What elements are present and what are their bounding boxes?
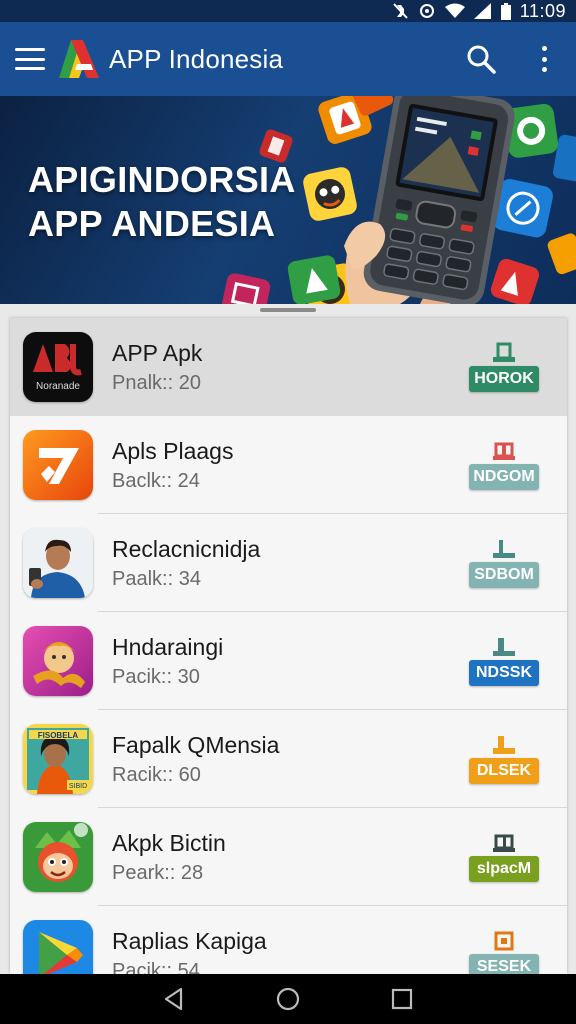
play-apps-icon xyxy=(23,430,93,500)
app-name: Hndaraingi xyxy=(112,634,224,660)
app-name: APP Apk xyxy=(112,340,203,366)
app-name: Fapalk QMensia xyxy=(112,732,280,758)
list-item[interactable]: FISOBELA SIBID Fapalk QMensia Racik:: 60… xyxy=(10,710,567,808)
install-button[interactable]: NDSSK xyxy=(469,636,539,688)
download-icon xyxy=(493,540,515,558)
download-icon xyxy=(494,931,514,951)
sheet-drag-handle[interactable] xyxy=(260,308,316,312)
status-time: 11:09 xyxy=(519,0,566,21)
banner-line-2: APP ANDESIA xyxy=(28,203,276,244)
app-name: Akpk Bictin xyxy=(112,830,226,856)
svg-text:FISOBELA: FISOBELA xyxy=(38,731,79,740)
download-icon xyxy=(493,638,515,656)
install-button[interactable]: NDGOM xyxy=(469,440,539,492)
install-button[interactable]: DLSEK xyxy=(469,734,539,786)
download-icon xyxy=(493,736,515,754)
install-badge: NDGOM xyxy=(469,464,539,490)
recents-icon[interactable] xyxy=(389,986,415,1012)
install-button[interactable]: SDBOM xyxy=(469,538,539,590)
status-bar: 11:09 xyxy=(0,0,576,22)
list-item[interactable]: Noranade APP Apk Pnalk:: 20 HOROK xyxy=(10,318,567,416)
install-badge: SESEK xyxy=(469,954,539,974)
back-icon[interactable] xyxy=(161,986,187,1012)
app-name: Reclacnicnidja xyxy=(112,536,261,562)
app-name: Raplias Kapiga xyxy=(112,928,267,954)
system-nav-bar xyxy=(0,974,576,1024)
app-subtitle: Paalk:: 34 xyxy=(112,568,201,590)
dancer-icon xyxy=(23,626,93,696)
install-button[interactable]: slpacM xyxy=(469,832,539,884)
app-subtitle: Pacik:: 30 xyxy=(112,666,200,688)
list-item[interactable]: Apls Plaags Baclk:: 24 NDGOM xyxy=(10,416,567,514)
mute-icon xyxy=(393,3,408,19)
download-icon xyxy=(493,834,515,852)
svg-text:SIBID: SIBID xyxy=(69,783,87,790)
woman-icon: FISOBELA SIBID xyxy=(23,724,93,794)
list-item[interactable]: Hndaraingi Pacik:: 30 NDSSK xyxy=(10,612,567,710)
app-subtitle: Pnalk:: 20 xyxy=(112,372,201,394)
play-store-icon xyxy=(23,920,93,974)
install-badge: SDBOM xyxy=(469,562,539,588)
app-subtitle: Racik:: 60 xyxy=(112,764,201,786)
list-item[interactable]: Reclacnicnidja Paalk:: 34 SDBOM xyxy=(10,514,567,612)
more-options-icon[interactable] xyxy=(540,46,548,72)
download-icon xyxy=(493,342,515,362)
install-badge: NDSSK xyxy=(469,660,539,686)
signal-icon xyxy=(473,3,491,19)
home-icon[interactable] xyxy=(275,986,301,1012)
apk-icon: Noranade xyxy=(23,332,93,402)
list-item[interactable]: Akpk Bictin Peark:: 28 slpacM xyxy=(10,808,567,906)
person-icon xyxy=(23,528,93,598)
list-item[interactable]: Raplias Kapiga Pacik:: 54 SESEK xyxy=(10,906,567,974)
promo-banner[interactable]: APIGINDORSIA APP ANDESIA xyxy=(0,96,576,304)
app-subtitle: Baclk:: 24 xyxy=(112,470,200,492)
app-bar: APP Indonesia xyxy=(0,22,576,96)
app-subtitle: Peark:: 28 xyxy=(112,862,204,884)
app-name: Apls Plaags xyxy=(112,438,234,464)
wifi-icon xyxy=(444,3,465,18)
download-icon xyxy=(493,442,515,460)
banner-headline: APIGINDORSIA APP ANDESIA xyxy=(28,158,296,246)
install-button[interactable]: HOROK xyxy=(469,342,539,394)
install-badge: slpacM xyxy=(469,856,539,882)
install-badge: HOROK xyxy=(469,366,539,392)
app-subtitle: Pacik:: 54 xyxy=(112,960,200,974)
install-badge: DLSEK xyxy=(469,758,539,784)
search-icon[interactable] xyxy=(466,44,496,74)
svg-text:Noranade: Noranade xyxy=(36,381,80,392)
battery-icon xyxy=(500,2,511,20)
sync-icon xyxy=(419,4,434,18)
app-title: APP Indonesia xyxy=(109,43,284,74)
app-logo xyxy=(59,40,99,78)
banner-line-1: APIGINDORSIA xyxy=(28,159,296,200)
app-list: Noranade APP Apk Pnalk:: 20 HOROK Apls P… xyxy=(10,318,567,974)
cartoon-face-icon xyxy=(23,822,93,892)
hamburger-menu-icon[interactable] xyxy=(15,48,45,70)
install-button[interactable]: SESEK xyxy=(469,930,539,974)
